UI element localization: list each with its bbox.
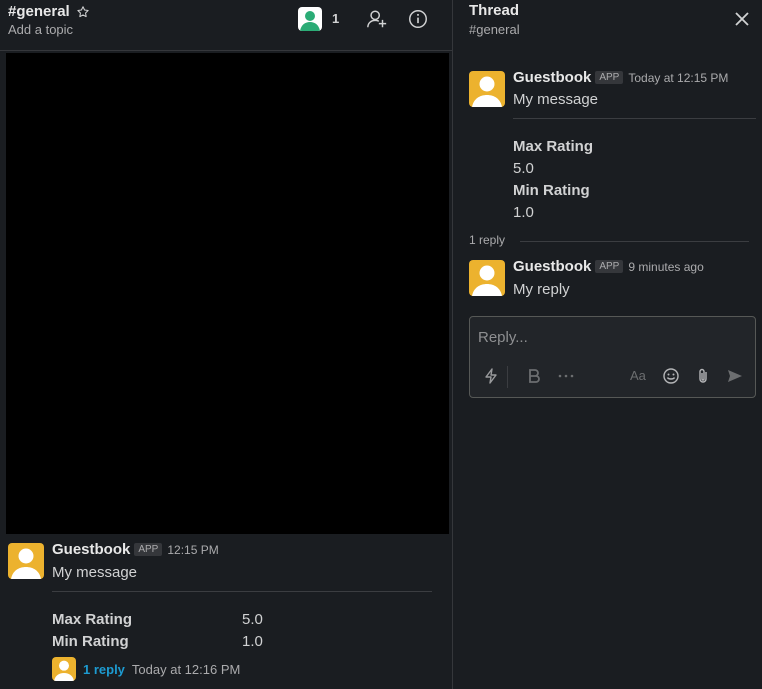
- thread-field-label-min: Min Rating: [513, 182, 590, 199]
- toolbar-divider: [507, 366, 508, 388]
- thread-field-label-max: Max Rating: [513, 138, 594, 155]
- reply-author-avatar[interactable]: [469, 260, 505, 296]
- more-formatting-icon[interactable]: [557, 367, 575, 385]
- member-count[interactable]: 1: [332, 11, 339, 26]
- reply-timestamp[interactable]: 9 minutes ago: [628, 260, 703, 274]
- reply-sender[interactable]: Guestbook: [513, 258, 591, 275]
- thread-field-value-min: 1.0: [513, 204, 534, 221]
- message-divider: [52, 591, 432, 592]
- add-topic-link[interactable]: Add a topic: [8, 22, 73, 37]
- field-label-min: Min Rating: [52, 633, 129, 650]
- reply-input[interactable]: Reply...: [478, 329, 528, 346]
- field-label-max: Max Rating: [52, 611, 133, 628]
- bold-icon[interactable]: [525, 367, 543, 385]
- send-icon[interactable]: [726, 367, 744, 385]
- app-badge: APP: [134, 543, 163, 556]
- user-avatar-icon: [52, 657, 76, 681]
- reply-count-divider: [520, 241, 749, 242]
- thread-channel[interactable]: #general: [469, 22, 520, 37]
- reply-composer[interactable]: Reply... Aa: [469, 316, 756, 398]
- channel-pane: #general Add a topic 1 Guestbook APP 12:…: [0, 0, 452, 689]
- channel-name[interactable]: #general: [8, 3, 90, 20]
- thread-summary[interactable]: 1 reply Today at 12:16 PM: [52, 657, 240, 681]
- user-avatar-icon: [298, 7, 322, 31]
- message-timestamp[interactable]: 12:15 PM: [167, 543, 218, 557]
- parent-sender[interactable]: Guestbook: [513, 69, 591, 86]
- close-icon[interactable]: [733, 10, 751, 28]
- parent-text: My message: [513, 91, 599, 108]
- parent-timestamp[interactable]: Today at 12:15 PM: [628, 71, 728, 85]
- message-sender[interactable]: Guestbook: [52, 541, 130, 558]
- format-toggle[interactable]: Aa: [630, 368, 646, 383]
- field-value-min: 1.0: [242, 633, 263, 650]
- user-avatar-icon: [8, 543, 44, 579]
- emoji-icon[interactable]: [662, 367, 680, 385]
- channel-header: #general Add a topic 1: [0, 0, 452, 51]
- replies-link[interactable]: 1 reply: [83, 662, 125, 677]
- attachment-icon[interactable]: [694, 367, 712, 385]
- thread-title: Thread: [469, 2, 520, 19]
- thread-field-value-max: 5.0: [513, 160, 534, 177]
- reply-count: 1 reply: [469, 233, 506, 247]
- media-preview: [6, 53, 449, 534]
- star-icon[interactable]: [76, 5, 90, 19]
- reply-text: My reply: [513, 281, 570, 298]
- reply-avatar: [52, 657, 76, 681]
- last-reply-time: Today at 12:16 PM: [131, 661, 241, 677]
- shortcuts-lightning-icon[interactable]: [482, 367, 500, 385]
- channel-name-text[interactable]: #general: [8, 3, 70, 20]
- guestbook-avatar[interactable]: [8, 543, 44, 579]
- user-avatar-icon: [469, 71, 505, 107]
- app-badge: APP: [595, 260, 624, 273]
- add-member-icon[interactable]: [366, 8, 388, 30]
- field-value-max: 5.0: [242, 611, 263, 628]
- message-text: My message: [52, 564, 138, 581]
- parent-divider: [513, 118, 756, 119]
- member-avatar[interactable]: [298, 7, 322, 31]
- thread-pane: Thread #general Guestbook APP Today at 12:…: [453, 0, 762, 689]
- user-avatar-icon: [469, 260, 505, 296]
- info-icon[interactable]: [407, 8, 429, 30]
- parent-avatar[interactable]: [469, 71, 505, 107]
- app-badge: APP: [595, 71, 624, 84]
